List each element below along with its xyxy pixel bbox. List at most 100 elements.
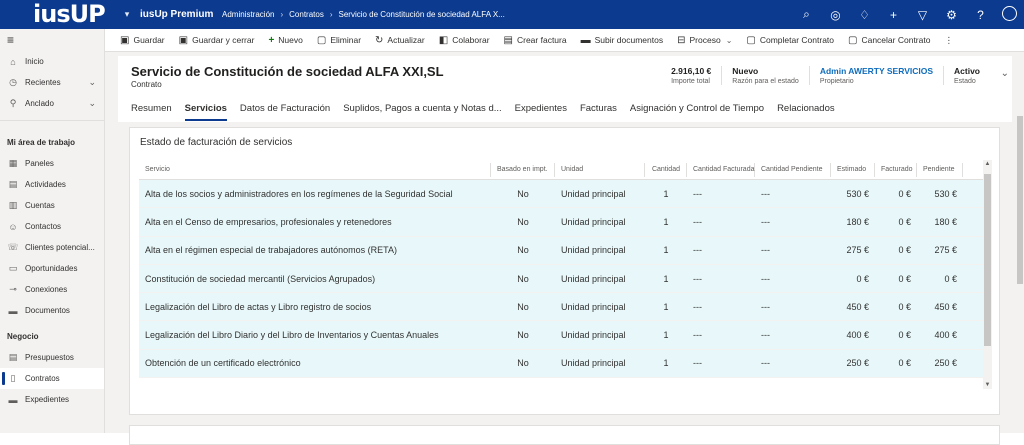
- button-label: Actualizar: [387, 35, 425, 45]
- tab-suplidos[interactable]: Suplidos, Pagos a cuenta y Notas d...: [343, 101, 501, 121]
- table-row[interactable]: Legalización del Libro Diario y del Libr…: [139, 321, 992, 350]
- sidebar-item-label: Cuentas: [25, 201, 55, 210]
- more-options-icon[interactable]: ⋮: [937, 35, 960, 46]
- sidebar-item-contactos[interactable]: ☺ Contactos: [0, 216, 104, 237]
- sidebar-item-documentos[interactable]: ▬ Documentos: [0, 300, 104, 321]
- table-row[interactable]: Alta de los socios y administradores en …: [139, 180, 992, 209]
- table-row[interactable]: Constitución de sociedad mercantil (Serv…: [139, 264, 992, 294]
- column-header[interactable]: Unidad: [555, 162, 645, 177]
- breadcrumb-item[interactable]: Administración: [222, 10, 274, 19]
- cell-servicio: Legalización del Libro de actas y Libro …: [145, 301, 372, 312]
- chevron-down-icon[interactable]: ⌄: [1001, 68, 1009, 79]
- chevron-down-icon[interactable]: ▾: [118, 9, 136, 20]
- services-grid: Servicio Basado en impt. Unidad Cantidad…: [139, 160, 992, 389]
- tab-facturas[interactable]: Facturas: [580, 101, 617, 121]
- sidebar-item-cuentas[interactable]: ▥ Cuentas: [0, 195, 104, 216]
- refresh-button[interactable]: ↻ Actualizar: [368, 35, 432, 46]
- column-header[interactable]: Estimado: [831, 162, 875, 177]
- chevron-down-icon[interactable]: ⌄: [88, 98, 96, 109]
- cell-facturado: 0 €: [898, 245, 911, 256]
- sidebar-item-actividades[interactable]: ▤ Actividades: [0, 174, 104, 195]
- new-button[interactable]: + Nuevo: [261, 35, 309, 46]
- table-row[interactable]: Alta en el régimen especial de trabajado…: [139, 236, 992, 265]
- top-bar: iusUP ▾ iusUp Premium Administración › C…: [0, 0, 1024, 29]
- table-row[interactable]: Alta en el Censo de empresarios, profesi…: [139, 208, 992, 237]
- activity-icon: ▤: [8, 179, 18, 189]
- person-icon: ☺: [8, 221, 18, 232]
- tab-resumen[interactable]: Resumen: [131, 101, 172, 121]
- hamburger-menu-icon[interactable]: ≡: [0, 29, 104, 51]
- save-close-button[interactable]: ▣ Guardar y cerrar: [172, 35, 262, 46]
- sidebar-item-clientes-potenciales[interactable]: ☏ Clientes potencial...: [0, 237, 104, 258]
- sidebar-item-oportunidades[interactable]: ▭ Oportunidades: [0, 258, 104, 279]
- record-form: Servicio de Constitución de sociedad ALF…: [118, 56, 1012, 445]
- page-scrollbar[interactable]: [1016, 52, 1024, 433]
- column-header[interactable]: Pendiente: [917, 162, 963, 177]
- app-name[interactable]: iusUp Premium: [136, 9, 216, 20]
- sidebar-item-label: Oportunidades: [25, 264, 78, 273]
- sidebar-item-anclado[interactable]: ⚲ Anclado ⌄: [0, 93, 104, 114]
- column-header[interactable]: Facturado: [875, 162, 917, 177]
- process-button[interactable]: ⊟ Proceso ⌄: [670, 35, 739, 46]
- button-label: Guardar: [133, 35, 165, 45]
- search-icon[interactable]: ⌕: [792, 7, 821, 22]
- help-icon[interactable]: ?: [966, 8, 995, 22]
- filter-icon[interactable]: ▽: [908, 8, 937, 22]
- lightbulb-icon[interactable]: ♢: [850, 8, 879, 22]
- cell-facturado: 0 €: [898, 330, 911, 341]
- column-header[interactable]: Servicio: [139, 162, 491, 177]
- breadcrumb-item: Servicio de Constitución de sociedad ALF…: [338, 10, 505, 19]
- sidebar-item-conexiones[interactable]: ⊸ Conexiones: [0, 279, 104, 300]
- create-invoice-button[interactable]: ▤ Crear factura: [497, 35, 574, 46]
- tab-servicios[interactable]: Servicios: [184, 101, 228, 121]
- cell-cantidad: 1: [663, 273, 669, 284]
- gear-icon[interactable]: ⚙: [937, 8, 966, 22]
- cell-unidad: Unidad principal: [561, 273, 626, 284]
- tab-expedientes[interactable]: Expedientes: [515, 101, 567, 121]
- cell-cantidad-pendiente: ---: [761, 188, 770, 199]
- complete-contract-button[interactable]: ▢ Completar Contrato: [739, 35, 841, 46]
- chevron-down-icon[interactable]: ⌄: [88, 77, 96, 88]
- breadcrumb-item[interactable]: Contratos: [289, 10, 324, 19]
- app-logo[interactable]: iusUP: [0, 0, 118, 29]
- sidebar-item-presupuestos[interactable]: ▤ Presupuestos: [0, 347, 104, 368]
- save-close-icon: ▣: [178, 34, 189, 46]
- contract-icon: ▯: [10, 373, 16, 383]
- sidebar-item-paneles[interactable]: ▦ Paneles: [0, 153, 104, 174]
- column-header[interactable]: Cantidad Pendiente: [755, 162, 831, 177]
- cell-basado-impt: No: [517, 301, 529, 312]
- upload-documents-button[interactable]: ▬ Subir documentos: [574, 35, 671, 46]
- sidebar-item-expedientes[interactable]: ▬ Expedientes: [0, 389, 104, 410]
- sidebar-item-inicio[interactable]: ⌂ Inicio: [0, 51, 104, 72]
- scrollbar-thumb[interactable]: [1017, 116, 1023, 284]
- save-button[interactable]: ▣ Guardar: [113, 35, 172, 46]
- owner-link[interactable]: Admin AWERTY SERVICIOS: [820, 66, 933, 76]
- target-icon[interactable]: ◎: [821, 8, 850, 22]
- column-header[interactable]: Cantidad Facturada: [687, 162, 755, 177]
- scroll-down-icon[interactable]: ▼: [983, 382, 992, 388]
- cell-unidad: Unidad principal: [561, 301, 626, 312]
- column-header[interactable]: Cantidad: [645, 162, 687, 177]
- collaborate-button[interactable]: ◧ Colaborar: [432, 35, 497, 46]
- tab-datos-facturacion[interactable]: Datos de Facturación: [240, 101, 330, 121]
- table-row[interactable]: Legalización del Libro de actas y Libro …: [139, 293, 992, 322]
- table-row[interactable]: Obtención de un certificado electrónico N…: [139, 349, 992, 379]
- user-icon[interactable]: [995, 5, 1024, 24]
- scrollbar-thumb[interactable]: [984, 174, 991, 346]
- tab-asignacion-tiempo[interactable]: Asignación y Control de Tiempo: [630, 101, 764, 121]
- scroll-up-icon[interactable]: ▲: [983, 161, 992, 167]
- sidebar-item-contratos[interactable]: ▯ Contratos: [0, 368, 104, 389]
- cancel-contract-button[interactable]: ▢ Cancelar Contrato: [841, 35, 937, 46]
- tab-relacionados[interactable]: Relacionados: [777, 101, 835, 121]
- sidebar-item-label: Clientes potencial...: [25, 243, 95, 252]
- main-area: ▣ Guardar ▣ Guardar y cerrar + Nuevo ▢ Elimi…: [105, 29, 1024, 445]
- delete-button[interactable]: ▢ Eliminar: [310, 35, 368, 46]
- grid-scrollbar[interactable]: ▲ ▼: [983, 160, 992, 389]
- column-header[interactable]: Basado en impt.: [491, 162, 555, 177]
- sidebar-item-recientes[interactable]: ◷ Recientes ⌄: [0, 72, 104, 93]
- plus-icon[interactable]: +: [879, 8, 908, 22]
- cell-servicio: Alta en el Censo de empresarios, profesi…: [145, 216, 392, 227]
- button-label: Subir documentos: [594, 35, 664, 45]
- cell-pendiente: 0 €: [944, 273, 957, 284]
- dashboard-icon: ▦: [8, 158, 18, 168]
